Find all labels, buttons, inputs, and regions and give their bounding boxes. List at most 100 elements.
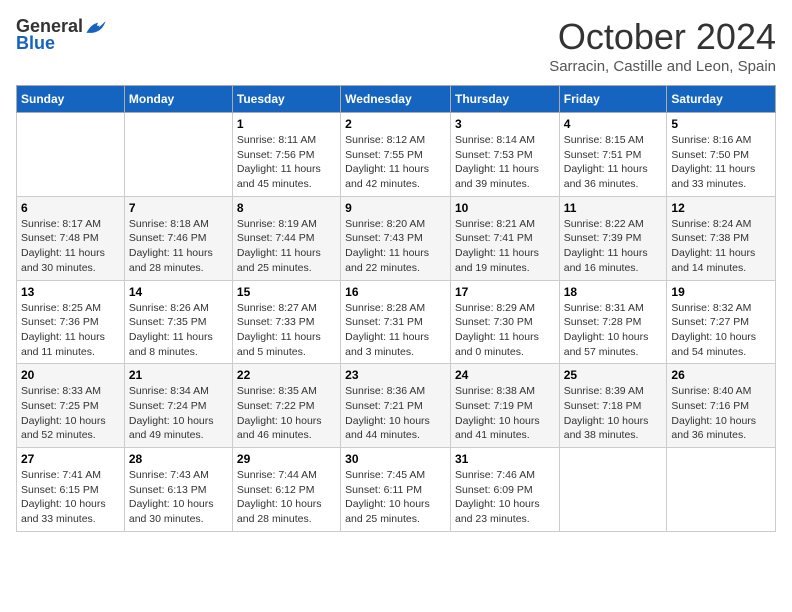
day-number: 14 xyxy=(129,285,228,299)
day-info: Sunrise: 8:18 AM Sunset: 7:46 PM Dayligh… xyxy=(129,217,228,276)
logo-blue-text: Blue xyxy=(16,33,55,54)
day-number: 19 xyxy=(671,285,771,299)
calendar-cell: 15 Sunrise: 8:27 AM Sunset: 7:33 PM Dayli… xyxy=(232,280,340,364)
day-number: 6 xyxy=(21,201,120,215)
day-number: 20 xyxy=(21,368,120,382)
calendar-week-row: 6Sunrise: 8:17 AM Sunset: 7:48 PM Daylig… xyxy=(17,196,776,280)
day-info: Sunrise: 8:21 AM Sunset: 7:41 PM Dayligh… xyxy=(455,217,555,276)
day-number: 10 xyxy=(455,201,555,215)
day-info: Sunrise: 8:22 AM Sunset: 7:39 PM Dayligh… xyxy=(564,217,663,276)
calendar-cell xyxy=(124,113,232,197)
calendar-cell: 30 Sunrise: 7:45 AM Sunset: 6:11 PM Dayli… xyxy=(341,448,451,532)
day-info: Sunrise: 7:41 AM Sunset: 6:15 PM Dayligh… xyxy=(21,468,120,527)
day-number: 2 xyxy=(345,117,446,131)
day-number: 3 xyxy=(455,117,555,131)
calendar-cell: 3Sunrise: 8:14 AM Sunset: 7:53 PM Daylig… xyxy=(450,113,559,197)
day-info: Sunrise: 8:38 AM Sunset: 7:19 PM Dayligh… xyxy=(455,384,555,443)
calendar-week-row: 1 Sunrise: 8:11 AM Sunset: 7:56 PM Daylig… xyxy=(17,113,776,197)
day-number: 22 xyxy=(237,368,336,382)
day-info: Sunrise: 8:12 AM Sunset: 7:55 PM Dayligh… xyxy=(345,133,446,192)
day-info: Sunrise: 8:27 AM Sunset: 7:33 PM Dayligh… xyxy=(237,301,336,360)
day-info: Sunrise: 8:36 AM Sunset: 7:21 PM Dayligh… xyxy=(345,384,446,443)
day-info: Sunrise: 8:40 AM Sunset: 7:16 PM Dayligh… xyxy=(671,384,771,443)
day-number: 23 xyxy=(345,368,446,382)
calendar-week-row: 27 Sunrise: 7:41 AM Sunset: 6:15 PM Dayli… xyxy=(17,448,776,532)
calendar-cell xyxy=(17,113,125,197)
day-info: Sunrise: 8:32 AM Sunset: 7:27 PM Dayligh… xyxy=(671,301,771,360)
day-number: 28 xyxy=(129,452,228,466)
day-info: Sunrise: 8:35 AM Sunset: 7:22 PM Dayligh… xyxy=(237,384,336,443)
day-number: 16 xyxy=(345,285,446,299)
day-info: Sunrise: 8:29 AM Sunset: 7:30 PM Dayligh… xyxy=(455,301,555,360)
weekday-header: Saturday xyxy=(667,86,776,113)
weekday-header: Friday xyxy=(559,86,667,113)
day-info: Sunrise: 7:44 AM Sunset: 6:12 PM Dayligh… xyxy=(237,468,336,527)
calendar-cell: 5 Sunrise: 8:16 AM Sunset: 7:50 PM Daylig… xyxy=(667,113,776,197)
logo-bird-icon xyxy=(85,18,107,36)
day-number: 18 xyxy=(564,285,663,299)
day-number: 13 xyxy=(21,285,120,299)
weekday-row: SundayMondayTuesdayWednesdayThursdayFrid… xyxy=(17,86,776,113)
day-info: Sunrise: 7:46 AM Sunset: 6:09 PM Dayligh… xyxy=(455,468,555,527)
calendar-cell: 31 Sunrise: 7:46 AM Sunset: 6:09 PM Dayli… xyxy=(450,448,559,532)
day-info: Sunrise: 7:45 AM Sunset: 6:11 PM Dayligh… xyxy=(345,468,446,527)
calendar-header: SundayMondayTuesdayWednesdayThursdayFrid… xyxy=(17,86,776,113)
calendar-cell: 16 Sunrise: 8:28 AM Sunset: 7:31 PM Dayli… xyxy=(341,280,451,364)
day-number: 11 xyxy=(564,201,663,215)
weekday-header: Wednesday xyxy=(341,86,451,113)
day-info: Sunrise: 8:15 AM Sunset: 7:51 PM Dayligh… xyxy=(564,133,663,192)
calendar-cell: 2 Sunrise: 8:12 AM Sunset: 7:55 PM Daylig… xyxy=(341,113,451,197)
calendar-cell: 7 Sunrise: 8:18 AM Sunset: 7:46 PM Daylig… xyxy=(124,196,232,280)
day-info: Sunrise: 8:16 AM Sunset: 7:50 PM Dayligh… xyxy=(671,133,771,192)
day-number: 24 xyxy=(455,368,555,382)
day-number: 30 xyxy=(345,452,446,466)
calendar-cell: 4Sunrise: 8:15 AM Sunset: 7:51 PM Daylig… xyxy=(559,113,667,197)
day-info: Sunrise: 7:43 AM Sunset: 6:13 PM Dayligh… xyxy=(129,468,228,527)
calendar-table: SundayMondayTuesdayWednesdayThursdayFrid… xyxy=(16,85,776,532)
calendar-cell: 21 Sunrise: 8:34 AM Sunset: 7:24 PM Dayli… xyxy=(124,364,232,448)
day-number: 27 xyxy=(21,452,120,466)
day-info: Sunrise: 8:20 AM Sunset: 7:43 PM Dayligh… xyxy=(345,217,446,276)
day-number: 7 xyxy=(129,201,228,215)
day-number: 8 xyxy=(237,201,336,215)
day-info: Sunrise: 8:24 AM Sunset: 7:38 PM Dayligh… xyxy=(671,217,771,276)
day-number: 1 xyxy=(237,117,336,131)
calendar-cell: 8 Sunrise: 8:19 AM Sunset: 7:44 PM Daylig… xyxy=(232,196,340,280)
day-info: Sunrise: 8:28 AM Sunset: 7:31 PM Dayligh… xyxy=(345,301,446,360)
day-number: 21 xyxy=(129,368,228,382)
calendar-cell: 6Sunrise: 8:17 AM Sunset: 7:48 PM Daylig… xyxy=(17,196,125,280)
calendar-cell xyxy=(667,448,776,532)
day-info: Sunrise: 8:34 AM Sunset: 7:24 PM Dayligh… xyxy=(129,384,228,443)
day-info: Sunrise: 8:39 AM Sunset: 7:18 PM Dayligh… xyxy=(564,384,663,443)
day-number: 26 xyxy=(671,368,771,382)
weekday-header: Tuesday xyxy=(232,86,340,113)
day-info: Sunrise: 8:25 AM Sunset: 7:36 PM Dayligh… xyxy=(21,301,120,360)
day-number: 17 xyxy=(455,285,555,299)
calendar-cell: 23 Sunrise: 8:36 AM Sunset: 7:21 PM Dayli… xyxy=(341,364,451,448)
day-info: Sunrise: 8:26 AM Sunset: 7:35 PM Dayligh… xyxy=(129,301,228,360)
calendar-body: 1 Sunrise: 8:11 AM Sunset: 7:56 PM Daylig… xyxy=(17,113,776,532)
calendar-cell: 22 Sunrise: 8:35 AM Sunset: 7:22 PM Dayli… xyxy=(232,364,340,448)
calendar-cell: 10 Sunrise: 8:21 AM Sunset: 7:41 PM Dayli… xyxy=(450,196,559,280)
calendar-cell: 19 Sunrise: 8:32 AM Sunset: 7:27 PM Dayli… xyxy=(667,280,776,364)
day-number: 9 xyxy=(345,201,446,215)
day-number: 29 xyxy=(237,452,336,466)
day-number: 15 xyxy=(237,285,336,299)
day-number: 31 xyxy=(455,452,555,466)
calendar-cell: 26 Sunrise: 8:40 AM Sunset: 7:16 PM Dayli… xyxy=(667,364,776,448)
day-info: Sunrise: 8:11 AM Sunset: 7:56 PM Dayligh… xyxy=(237,133,336,192)
calendar-cell: 17 Sunrise: 8:29 AM Sunset: 7:30 PM Dayli… xyxy=(450,280,559,364)
weekday-header: Thursday xyxy=(450,86,559,113)
calendar-cell: 11 Sunrise: 8:22 AM Sunset: 7:39 PM Dayli… xyxy=(559,196,667,280)
day-info: Sunrise: 8:19 AM Sunset: 7:44 PM Dayligh… xyxy=(237,217,336,276)
calendar-cell: 14 Sunrise: 8:26 AM Sunset: 7:35 PM Dayli… xyxy=(124,280,232,364)
calendar-cell: 13 Sunrise: 8:25 AM Sunset: 7:36 PM Dayli… xyxy=(17,280,125,364)
day-number: 12 xyxy=(671,201,771,215)
page-header: General Blue October 2024 Sarracin, Cast… xyxy=(16,16,776,75)
title-section: October 2024 Sarracin, Castille and Leon… xyxy=(549,16,776,75)
calendar-cell: 20Sunrise: 8:33 AM Sunset: 7:25 PM Dayli… xyxy=(17,364,125,448)
calendar-cell: 24 Sunrise: 8:38 AM Sunset: 7:19 PM Dayli… xyxy=(450,364,559,448)
calendar-cell: 9 Sunrise: 8:20 AM Sunset: 7:43 PM Daylig… xyxy=(341,196,451,280)
day-number: 5 xyxy=(671,117,771,131)
location: Sarracin, Castille and Leon, Spain xyxy=(549,58,776,75)
